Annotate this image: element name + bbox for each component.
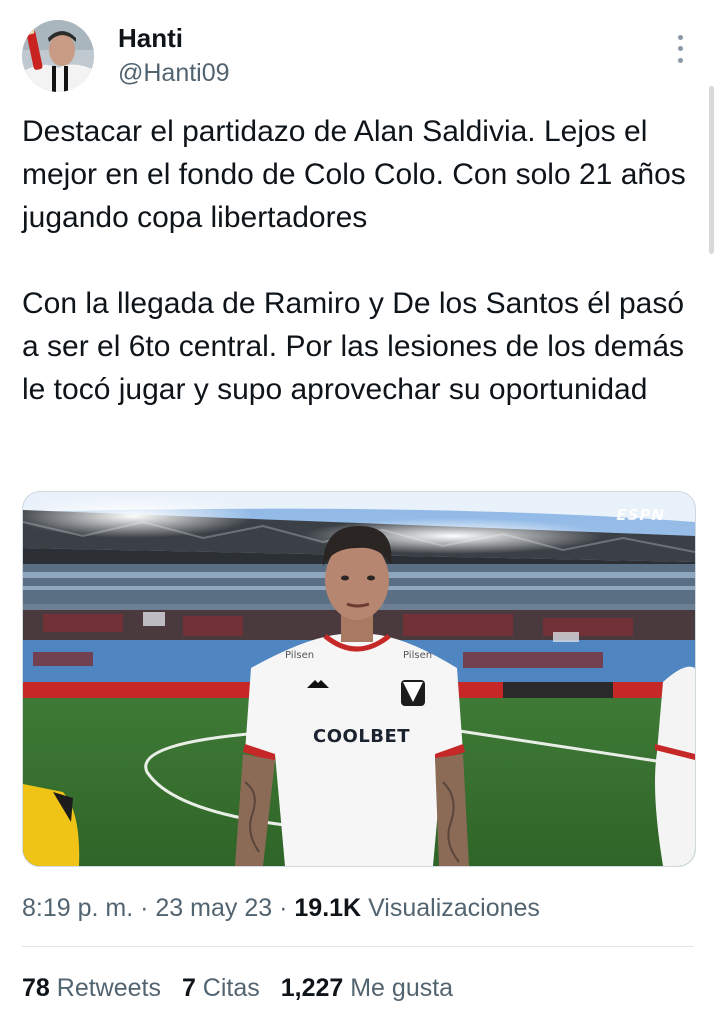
quotes-stat[interactable]: 7 Citas: [182, 974, 260, 1002]
retweets-stat[interactable]: 78 Retweets: [22, 974, 161, 1002]
views-label: Visualizaciones: [368, 894, 540, 922]
likes-label: Me gusta: [350, 974, 454, 1002]
retweets-label: Retweets: [56, 974, 161, 1002]
meta-separator: ·: [140, 894, 149, 922]
views-count: 19.1K: [294, 894, 362, 922]
quotes-count: 7: [181, 974, 196, 1002]
author-names: Hanti @Hanti09: [118, 22, 230, 90]
avatar-image: [22, 20, 94, 92]
svg-text:Pilsen: Pilsen: [285, 650, 314, 661]
shirt-sponsor-text: COOLBET: [313, 726, 411, 747]
tweet-date[interactable]: 23 may 23: [155, 894, 272, 922]
stadium-photo: Pilsen Pilsen: [23, 492, 695, 866]
tweet-paragraph: Con la llegada de Ramiro y De los Santos…: [22, 287, 693, 406]
more-vertical-icon-dot: [677, 46, 683, 52]
tweet-stats: 78 Retweets 7 Citas 1,227 Me gusta: [22, 970, 467, 1006]
broadcaster-logo: ESPN: [616, 506, 665, 524]
tweet-paragraph: Destacar el partidazo de Alan Saldivia. …: [22, 115, 695, 234]
tweet-meta: 8:19 p. m. · 23 may 23 · 19.1K Visualiza…: [22, 890, 540, 926]
author-avatar[interactable]: [22, 20, 94, 92]
divider: [22, 946, 694, 947]
tweet-header: Hanti @Hanti09: [22, 18, 702, 98]
meta-separator: ·: [279, 894, 288, 922]
likes-count: 1,227: [280, 974, 344, 1002]
likes-stat[interactable]: 1,227 Me gusta: [281, 974, 453, 1002]
more-vertical-icon: [677, 35, 683, 41]
author-display-name[interactable]: Hanti: [118, 22, 230, 54]
tweet-time[interactable]: 8:19 p. m.: [22, 894, 133, 922]
scrollbar-thumb[interactable]: [709, 86, 714, 254]
tweet-body: Destacar el partidazo de Alan Saldivia. …: [22, 110, 702, 411]
quotes-label: Citas: [202, 974, 260, 1002]
more-vertical-icon-dot: [677, 57, 683, 63]
author-handle[interactable]: @Hanti09: [118, 56, 230, 90]
tweet-page: Hanti @Hanti09 Destacar el partidazo de …: [0, 0, 716, 1024]
more-options-button[interactable]: [668, 32, 692, 66]
svg-text:Pilsen: Pilsen: [403, 650, 432, 661]
retweets-count: 78: [22, 974, 50, 1002]
tweet-media-photo[interactable]: Pilsen Pilsen ESPN COOLBET: [22, 491, 696, 867]
